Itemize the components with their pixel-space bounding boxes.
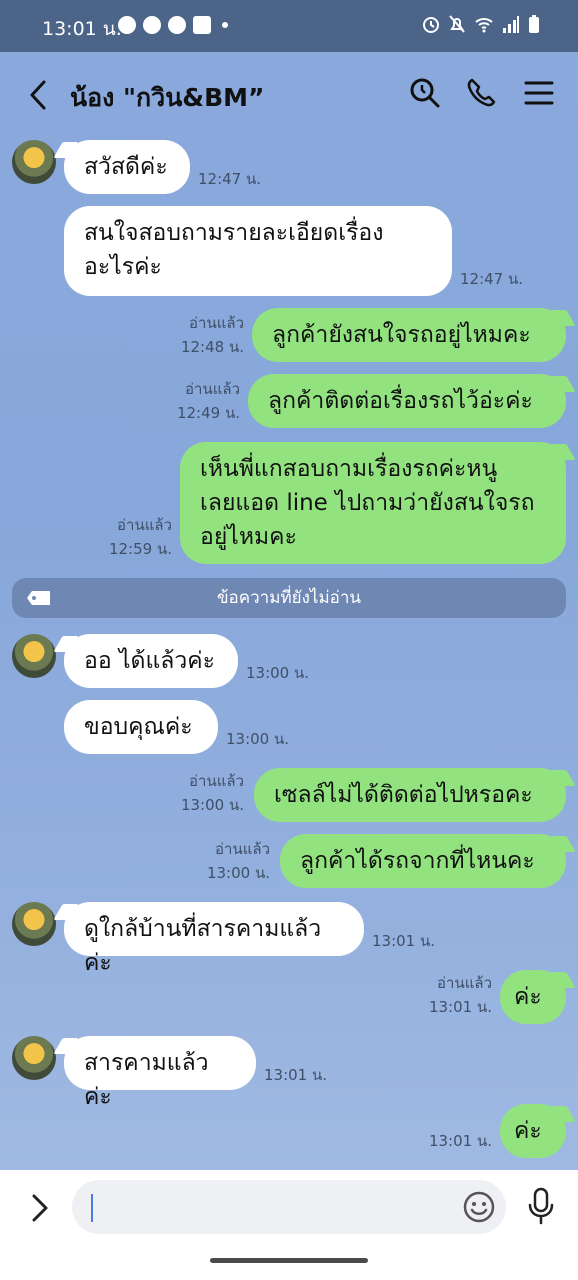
- message-input[interactable]: [72, 1180, 506, 1234]
- message-time: 13:00 น.: [246, 664, 310, 682]
- system-icons: [422, 14, 540, 34]
- message-composer: [0, 1170, 578, 1280]
- menu-icon[interactable]: [522, 76, 556, 110]
- message-bubble-outgoing[interactable]: เซลล์ไม่ได้ติดต่อไปหรอคะ: [254, 768, 566, 822]
- message-bubble-incoming[interactable]: ดูใกล้บ้านที่สารคามแล้วค่ะ: [64, 902, 364, 976]
- message-time: 12:59 น.: [108, 540, 172, 558]
- battery-icon: [529, 15, 539, 33]
- message-bubble-incoming[interactable]: ออ ได้แล้วค่ะ: [64, 634, 238, 688]
- message-bubble-outgoing[interactable]: ลูกค้าได้รถจากที่ไหนคะ: [280, 834, 566, 888]
- compass-icon: [168, 16, 186, 34]
- mute-icon: [449, 15, 465, 33]
- tag-icon: [27, 591, 50, 605]
- message-bubble-incoming[interactable]: สวัสดีค่ะ: [64, 140, 190, 194]
- messenger-icon: [143, 16, 161, 34]
- message-bubble-outgoing[interactable]: ลูกค้ายังสนใจรถอยู่ไหมคะ: [252, 308, 566, 362]
- chat-notification-icon: [118, 16, 136, 34]
- search-icon[interactable]: [408, 76, 442, 110]
- status-bar: 13:01 น.: [0, 0, 578, 52]
- message-bubble-outgoing[interactable]: ลูกค้าติดต่อเรื่องรถไว้อ่ะค่ะ: [248, 374, 566, 428]
- mail-icon: [193, 16, 211, 34]
- read-receipt: อ่านแล้ว: [437, 974, 492, 992]
- message-time: 12:48 น.: [180, 338, 244, 356]
- contact-avatar[interactable]: [12, 634, 56, 678]
- notification-icons: [118, 16, 228, 34]
- message-time: 13:00 น.: [206, 864, 270, 882]
- message-bubble-incoming[interactable]: สารคามแล้วค่ะ: [64, 1036, 256, 1110]
- chat-title[interactable]: น้อง "กวิน&BM”: [70, 78, 264, 118]
- message-bubble-outgoing[interactable]: เห็นพี่แกสอบถามเรื่องรถค่ะหนู เลยแอด lin…: [180, 442, 566, 564]
- message-bubble-outgoing[interactable]: ค่ะ: [500, 1104, 566, 1158]
- message-time: 13:01 น.: [428, 998, 492, 1016]
- contact-avatar[interactable]: [12, 140, 56, 184]
- unread-divider-label: ข้อความที่ยังไม่อ่าน: [216, 588, 362, 608]
- message-time: 12:47 น.: [460, 270, 524, 288]
- message-bubble-incoming[interactable]: ขอบคุณค่ะ: [64, 700, 218, 754]
- emoji-icon[interactable]: [462, 1190, 496, 1224]
- chat-header: น้อง "กวิน&BM”: [0, 52, 578, 136]
- read-receipt: อ่านแล้ว: [185, 380, 240, 398]
- message-time: 13:01 น.: [372, 932, 436, 950]
- unread-divider: ข้อความที่ยังไม่อ่าน: [12, 578, 566, 618]
- message-time: 12:49 น.: [176, 404, 240, 422]
- contact-avatar[interactable]: [12, 1036, 56, 1080]
- read-receipt: อ่านแล้ว: [117, 516, 172, 534]
- text-caret: [91, 1194, 93, 1222]
- more-notifications-icon: [222, 22, 228, 28]
- message-bubble-outgoing[interactable]: ค่ะ: [500, 970, 566, 1024]
- read-receipt: อ่านแล้ว: [189, 772, 244, 790]
- expand-icon[interactable]: [24, 1190, 56, 1226]
- message-bubble-incoming[interactable]: สนใจสอบถามรายละเอียดเรื่อง อะไรค่ะ: [64, 206, 452, 296]
- message-time: 12:47 น.: [198, 170, 262, 188]
- contact-avatar[interactable]: [12, 902, 56, 946]
- read-receipt: อ่านแล้ว: [189, 314, 244, 332]
- home-indicator[interactable]: [210, 1258, 368, 1263]
- status-time: 13:01 น.: [42, 18, 122, 40]
- back-icon[interactable]: [22, 78, 56, 112]
- signal-icon: [503, 16, 519, 33]
- wifi-icon: [475, 18, 493, 33]
- message-time: 13:00 น.: [180, 796, 244, 814]
- mic-icon[interactable]: [524, 1186, 558, 1226]
- message-time: 13:01 น.: [264, 1066, 328, 1084]
- read-receipt: อ่านแล้ว: [215, 840, 270, 858]
- message-time: 13:00 น.: [226, 730, 290, 748]
- alarm-icon: [423, 17, 439, 33]
- phone-icon[interactable]: [464, 76, 498, 110]
- message-time: 13:01 น.: [428, 1132, 492, 1150]
